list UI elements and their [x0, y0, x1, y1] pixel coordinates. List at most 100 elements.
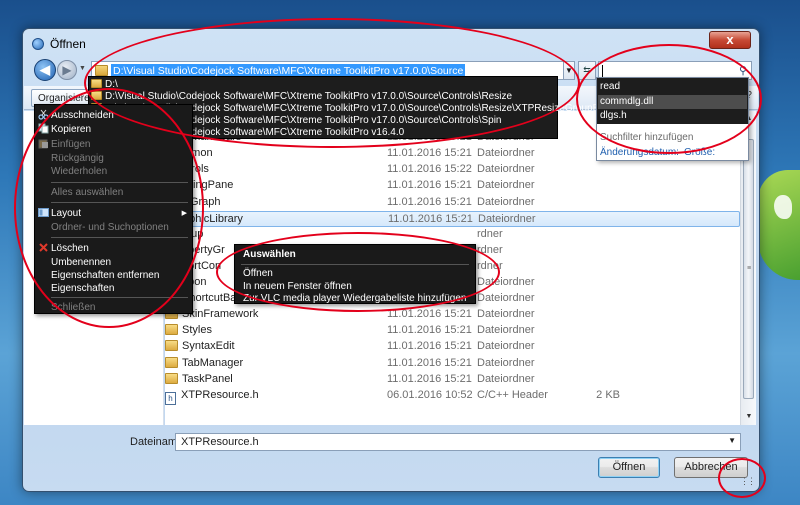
- menu-item-copy[interactable]: Kopieren: [51, 123, 91, 136]
- file-row[interactable]: wGraph 11.01.2016 15:21 Dateiordner: [165, 195, 740, 211]
- submenu-arrow-icon: ▶: [181, 210, 187, 217]
- folder-icon: [165, 340, 178, 352]
- search-suggestion[interactable]: dlgs.h: [600, 109, 627, 123]
- file-date: 11.01.2016 15:21: [387, 308, 472, 321]
- back-button[interactable]: ◀: [34, 59, 56, 81]
- file-row[interactable]: Styles 11.01.2016 15:21 Dateiordner: [165, 323, 740, 339]
- file-date: 11.01.2016 15:22: [387, 163, 472, 176]
- menu-item-delete[interactable]: Löschen: [51, 242, 89, 255]
- folder-icon: [165, 372, 178, 384]
- file-type: Dateiordner: [477, 276, 535, 288]
- file-type: Dateiordner: [477, 179, 535, 192]
- suggestion-list: read commdlg.dll dlgs.h: [597, 78, 748, 124]
- history-path[interactable]: D:\: [105, 79, 118, 90]
- file-type: rdner: [477, 243, 503, 256]
- file-name-cell[interactable]: TabManager: [165, 356, 355, 369]
- menu-item-redo: Wiederholen: [51, 166, 108, 177]
- file-row[interactable]: ckingPane 11.01.2016 15:21 Dateiordner: [165, 178, 740, 194]
- file-name-cell[interactable]: SyntaxEdit: [165, 340, 355, 352]
- file-row[interactable]: rkup rdner: [165, 227, 740, 243]
- text-caret: [602, 65, 603, 77]
- file-row[interactable]: SkinFramework 11.01.2016 15:21 Dateiordner: [165, 307, 740, 323]
- file-type: Dateiordner: [477, 195, 535, 208]
- file-name-cell[interactable]: SkinFramework: [165, 308, 355, 320]
- file-type: Dateiordner: [477, 308, 535, 321]
- address-history-item[interactable]: D:\: [91, 79, 118, 91]
- file-name[interactable]: SyntaxEdit: [182, 340, 235, 352]
- forward-button[interactable]: ▶: [57, 60, 77, 80]
- open-button[interactable]: Öffnen: [598, 457, 660, 478]
- file-name[interactable]: SkinFramework: [182, 308, 258, 320]
- address-dropdown-button[interactable]: ▼: [563, 61, 575, 80]
- file-type: Dateiordner: [478, 212, 536, 225]
- file-name-cell[interactable]: TaskPanel: [165, 372, 355, 385]
- file-name-cell[interactable]: wGraph: [165, 195, 355, 208]
- file-name[interactable]: TabManager: [182, 357, 243, 369]
- menu-item-remove-properties[interactable]: Eigenschaften entfernen: [51, 269, 159, 282]
- menu-item-add-to-vlc-playlist[interactable]: Zur VLC media player Wiedergabeliste hin…: [243, 292, 466, 305]
- menu-separator: [51, 202, 188, 203]
- add-search-filter-label: Suchfilter hinzufügen: [600, 132, 694, 143]
- search-suggestion[interactable]: read: [600, 80, 620, 94]
- file-row[interactable]: aphicLibrary 11.01.2016 15:21 Dateiordner: [165, 210, 740, 227]
- refresh-button[interactable]: ⇆: [578, 61, 596, 80]
- file-name-cell[interactable]: Styles: [165, 324, 355, 336]
- file-name[interactable]: TaskPanel: [182, 373, 233, 385]
- menu-header-select[interactable]: Auswählen: [243, 248, 296, 261]
- file-size: 2 KB: [596, 388, 620, 401]
- menu-item-folder-options: Ordner- und Suchoptionen: [51, 222, 169, 233]
- file-name-cell[interactable]: ntrols: [165, 163, 355, 175]
- file-date: 11.01.2016 15:21: [387, 372, 472, 385]
- cancel-button[interactable]: Abbrechen: [674, 457, 748, 478]
- desktop-wallpaper-butterfly: [774, 195, 792, 219]
- file-type: Dateiordner: [477, 292, 535, 305]
- menu-item-cut[interactable]: Ausschneiden: [51, 109, 114, 122]
- menu-item-properties[interactable]: Eigenschaften: [51, 282, 114, 295]
- file-type: Dateiordner: [477, 324, 535, 337]
- filter-modified-date-link[interactable]: Änderungsdatum:: [600, 147, 679, 158]
- file-name-cell[interactable]: rkup: [165, 227, 355, 240]
- file-type: Dateiordner: [477, 356, 535, 369]
- recent-locations-dropdown-icon[interactable]: ▼: [79, 65, 86, 72]
- menu-item-open[interactable]: Öffnen: [243, 267, 273, 280]
- grip-icon: ≡: [747, 265, 752, 272]
- title-bar: Öffnen x: [23, 29, 759, 57]
- file-name-cell[interactable]: aphicLibrary: [166, 212, 356, 225]
- history-path[interactable]: D:\Visual Studio\Codejock Software\MFC\X…: [105, 91, 512, 102]
- address-history-item[interactable]: D:\Visual Studio\Codejock Software\MFC\X…: [91, 91, 512, 103]
- filename-value[interactable]: XTPResource.h: [181, 436, 259, 448]
- filename-field[interactable]: XTPResource.h ▼: [175, 433, 741, 451]
- file-row[interactable]: TabManager 11.01.2016 15:21 Dateiordner: [165, 356, 740, 372]
- scissors-icon: [38, 109, 49, 120]
- file-name-cell[interactable]: mmon: [165, 147, 355, 159]
- close-button[interactable]: x: [709, 31, 751, 49]
- menu-item-layout[interactable]: Layout: [51, 207, 81, 220]
- scroll-thumb[interactable]: ≡: [743, 139, 754, 399]
- menu-separator: [241, 264, 469, 265]
- file-type: rdner: [477, 259, 503, 272]
- file-type: Dateiordner: [477, 340, 535, 353]
- file-row[interactable]: ntrols 11.01.2016 15:22 Dateiordner: [165, 162, 740, 178]
- copy-icon: [38, 123, 49, 134]
- item-context-menu: Auswählen Öffnen In neuem Fenster öffnen…: [234, 244, 476, 304]
- file-row[interactable]: h XTPResource.h 06.01.2016 10:52 C/C++ Head…: [165, 388, 740, 405]
- filter-size-link[interactable]: Größe:: [684, 147, 715, 158]
- file-name-cell[interactable]: ckingPane: [165, 179, 355, 191]
- scroll-down-arrow-icon[interactable]: ▼: [741, 409, 757, 425]
- file-name[interactable]: XTPResource.h: [181, 389, 259, 401]
- file-date: 11.01.2016 15:21: [387, 356, 472, 369]
- menu-item-rename[interactable]: Umbenennen: [51, 256, 111, 269]
- file-type: Dateiordner: [477, 163, 535, 176]
- menu-item-undo: Rückgängig: [51, 153, 104, 164]
- search-icon[interactable]: ⚲: [739, 64, 747, 77]
- folder-icon: [165, 324, 178, 336]
- file-name-cell[interactable]: h XTPResource.h: [165, 389, 355, 405]
- file-name[interactable]: Styles: [182, 324, 212, 336]
- resize-grip-icon[interactable]: ⋮⋮: [740, 476, 756, 487]
- file-row[interactable]: SyntaxEdit 11.01.2016 15:21 Dateiordner: [165, 339, 740, 355]
- search-suggestion-highlighted[interactable]: commdlg.dll: [598, 95, 747, 109]
- file-date: 11.01.2016 15:21: [387, 179, 472, 192]
- chevron-down-icon[interactable]: ▼: [728, 436, 736, 445]
- file-row[interactable]: TaskPanel 11.01.2016 15:21 Dateiordner: [165, 372, 740, 388]
- file-type: Dateiordner: [477, 147, 535, 160]
